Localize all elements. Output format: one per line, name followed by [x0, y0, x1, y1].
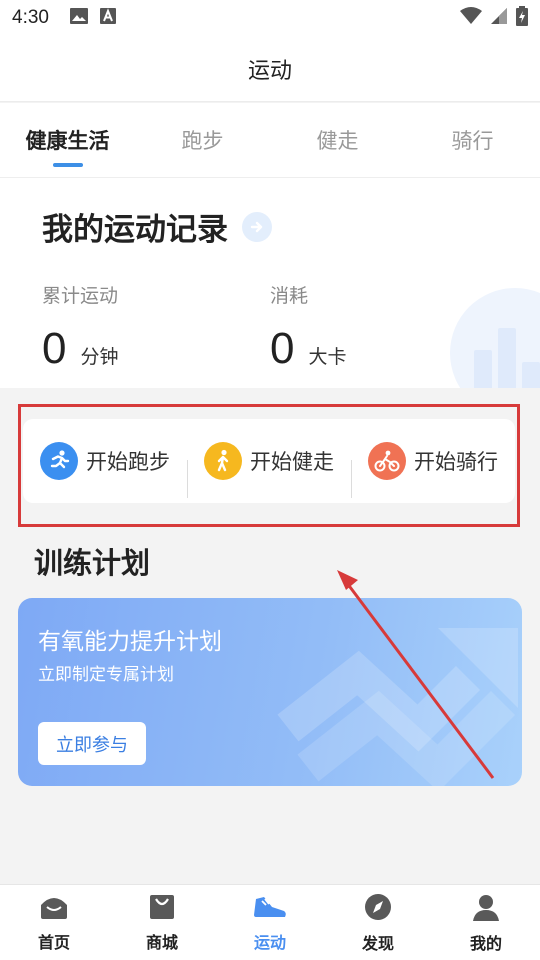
tab-label: 健走 [316, 129, 359, 153]
nav-sport[interactable]: 运动 [216, 885, 324, 960]
status-time: 4:30 [12, 7, 49, 28]
running-icon [40, 442, 78, 480]
quick-start-highlight-box: 开始跑步 开始健走 开始骑行 [18, 404, 520, 527]
wifi-icon [460, 7, 482, 29]
home-icon [39, 893, 69, 925]
plan-card-subtitle: 立即制定专属计划 [38, 665, 174, 685]
page-title: 运动 [247, 58, 292, 84]
nav-mall-label: 商城 [145, 932, 178, 952]
stat-value: 0 [42, 324, 67, 373]
walking-icon [204, 442, 242, 480]
tab-running[interactable]: 跑步 [135, 103, 270, 177]
cycling-icon [368, 442, 406, 480]
tab-healthy-life[interactable]: 健康生活 [0, 103, 135, 177]
app-notification-icon [99, 7, 117, 29]
plan-card-title: 有氧能力提升计划 [38, 629, 222, 655]
tab-label: 骑行 [451, 129, 494, 153]
nav-mine[interactable]: 我的 [432, 885, 540, 960]
start-running-label: 开始跑步 [86, 450, 170, 474]
stat-unit: 分钟 [80, 346, 119, 368]
record-heading: 我的运动记录 [42, 212, 228, 248]
stat-total-exercise: 累计运动 0 分钟 [42, 281, 119, 374]
stat-unit: 大卡 [308, 346, 347, 368]
nav-mine-label: 我的 [469, 933, 502, 953]
stat-label: 消耗 [270, 285, 309, 307]
stat-label: 累计运动 [42, 285, 119, 307]
nav-mall[interactable]: 商城 [108, 885, 216, 960]
tab-walking[interactable]: 健走 [270, 103, 405, 177]
title-bar: 运动 [0, 36, 540, 102]
start-cycling-button[interactable]: 开始骑行 [351, 442, 515, 498]
training-plan-title: 训练计划 [34, 546, 151, 580]
sneaker-icon [252, 893, 288, 925]
image-notification-icon [69, 7, 89, 29]
tab-label: 健康生活 [25, 129, 110, 153]
join-now-button[interactable]: 立即参与 [38, 722, 146, 765]
training-plan-card[interactable]: 有氧能力提升计划 立即制定专属计划 立即参与 [18, 598, 522, 786]
tab-cycling[interactable]: 骑行 [405, 103, 540, 177]
start-walking-button[interactable]: 开始健走 [187, 442, 351, 498]
compass-icon [363, 892, 393, 926]
status-bar: 4:30 [0, 0, 540, 36]
start-cycling-label: 开始骑行 [414, 450, 498, 474]
arrow-right-icon[interactable] [242, 211, 272, 242]
nav-home[interactable]: 首页 [0, 885, 108, 960]
battery-icon [516, 6, 528, 30]
tab-label: 跑步 [181, 129, 224, 153]
cell-signal-icon [490, 7, 508, 29]
nav-sport-label: 运动 [253, 932, 286, 952]
user-icon [471, 892, 501, 926]
nav-discover[interactable]: 发现 [324, 885, 432, 960]
exercise-record-panel: 我的运动记录 累计运动 0 分钟 消耗 0 大卡 [0, 178, 540, 388]
stat-calories: 消耗 0 大卡 [270, 281, 347, 374]
record-header[interactable]: 我的运动记录 [42, 204, 272, 249]
chevron-decoration-icon [277, 628, 518, 786]
quick-start-card: 开始跑步 开始健走 开始骑行 [23, 419, 515, 503]
active-tab-indicator [52, 163, 83, 167]
bottom-navigation: 首页 商城 运动 发现 我的 [0, 884, 540, 960]
category-tabs: 健康生活 跑步 健走 骑行 [0, 103, 540, 178]
nav-discover-label: 发现 [361, 933, 394, 953]
stat-value: 0 [270, 324, 295, 373]
start-running-button[interactable]: 开始跑步 [23, 442, 187, 480]
shopping-bag-icon [148, 893, 176, 925]
start-walking-label: 开始健走 [250, 450, 334, 474]
nav-home-label: 首页 [37, 932, 70, 952]
bar-chart-decoration-icon [450, 288, 540, 388]
